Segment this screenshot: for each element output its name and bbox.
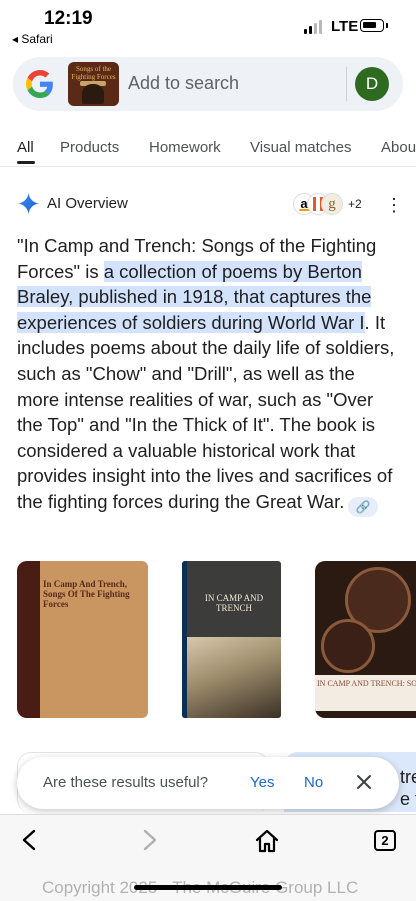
thumbnail-title: Songs of the Fighting Forces [71,65,116,81]
book-cover-title: IN CAMP AND TRENCH: SONGS OF THE FIGHTIN… [317,679,416,688]
avatar[interactable]: D [355,67,389,101]
home-icon[interactable] [254,828,280,854]
tab-visual-matches[interactable]: Visual matches [250,139,351,156]
gemini-sparkle-icon [18,193,39,214]
signal-strength-icon [304,20,324,34]
search-divider [346,67,347,101]
link-icon[interactable]: 🔗 [348,496,379,517]
battery-icon [360,19,384,32]
tab-all[interactable]: All [17,139,34,156]
more-options-icon[interactable]: ⋮ [385,195,403,215]
close-icon[interactable] [354,772,374,792]
result-card-text: tre e fig [400,767,416,809]
tabs-divider [0,166,416,167]
back-to-safari-link[interactable]: ◂ Safari [12,32,53,46]
ai-overview-text: "In Camp and Trench: Songs of the Fighti… [17,233,401,517]
more-sources-count[interactable]: +2 [348,197,362,211]
result-image-2[interactable]: IN CAMP AND TRENCH [182,561,281,718]
status-time: 12:19 [44,8,93,29]
search-input[interactable]: Add to search [128,73,239,94]
result-image-3[interactable]: IN CAMP AND TRENCH: SONGS OF THE FIGHTIN… [315,561,416,718]
back-arrow-icon[interactable] [18,828,42,852]
source-icon: g [321,193,343,215]
feedback-no-button[interactable]: No [304,774,323,791]
google-logo-icon[interactable] [26,70,54,98]
home-indicator [134,885,282,890]
tabs-count-button[interactable]: 2 [374,830,396,851]
ai-overview-title: AI Overview [47,195,128,212]
result-image-1[interactable]: In Camp And Trench, Songs Of The Fightin… [17,561,148,718]
network-type: LTE [331,18,359,35]
tab-homework[interactable]: Homework [149,139,221,156]
tab-products[interactable]: Products [60,139,119,156]
book-cover-title: IN CAMP AND TRENCH [204,593,264,613]
search-image-thumbnail[interactable]: Songs of the Fighting Forces [68,62,119,106]
book-cover-title: In Camp And Trench, Songs Of The Fightin… [43,579,130,609]
feedback-yes-button[interactable]: Yes [250,774,274,791]
source-icons[interactable]: a g [293,193,345,215]
tab-about[interactable]: Abou [381,139,416,156]
active-tab-indicator [17,161,35,164]
feedback-question: Are these results useful? [43,774,209,791]
forward-arrow-icon[interactable] [137,828,161,852]
